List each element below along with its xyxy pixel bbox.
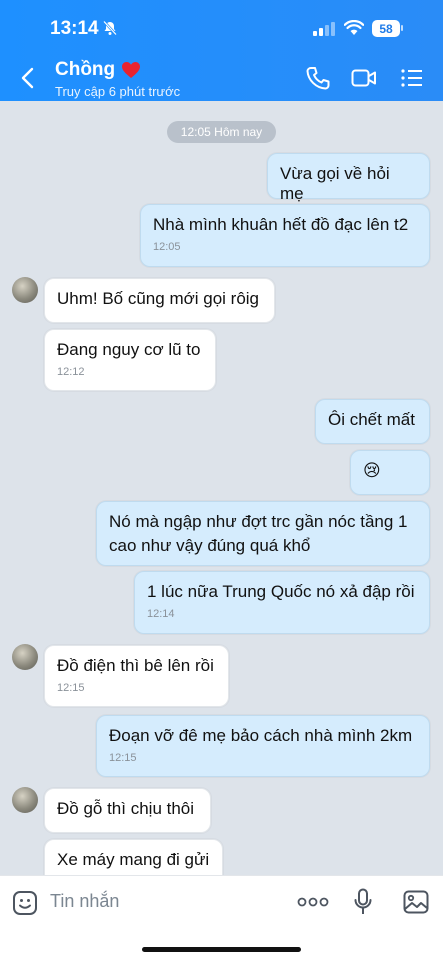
wifi-icon bbox=[344, 20, 364, 35]
message-composer: Tin nhắn bbox=[0, 875, 443, 961]
signal-icon bbox=[313, 22, 335, 36]
home-indicator bbox=[142, 947, 301, 952]
emoji-icon[interactable] bbox=[12, 890, 38, 916]
message-bubble-incoming[interactable]: Xe máy mang đi gửi bbox=[44, 839, 223, 875]
battery-indicator: 58 bbox=[372, 20, 400, 37]
message-text: Đồ điện thì bê lên rồi bbox=[57, 656, 214, 675]
avatar[interactable] bbox=[12, 277, 38, 303]
message-bubble-outgoing[interactable]: 1 lúc nữa Trung Quốc nó xả đập rồi 12:14 bbox=[134, 571, 430, 634]
microphone-icon[interactable] bbox=[353, 888, 373, 916]
message-text: Nó mà ngập như đợt trc gần nóc tầng 1 ca… bbox=[109, 512, 408, 555]
image-gallery-icon[interactable] bbox=[403, 890, 429, 914]
message-text: Nhà mình khuân hết đồ đạc lên t2 bbox=[153, 215, 409, 234]
message-bubble-outgoing[interactable]: Ôi chết mất bbox=[315, 399, 430, 444]
message-input[interactable]: Tin nhắn bbox=[50, 891, 119, 912]
last-seen-status: Truy cập 6 phút trước bbox=[55, 84, 181, 99]
heart-icon bbox=[122, 62, 141, 78]
bell-off-icon bbox=[103, 20, 117, 36]
message-time: 12:15 bbox=[109, 752, 137, 764]
more-options-icon[interactable] bbox=[297, 895, 329, 909]
message-text: 😢 bbox=[363, 461, 381, 480]
menu-list-icon[interactable] bbox=[400, 66, 426, 90]
status-time: 13:14 bbox=[50, 18, 99, 39]
message-bubble-outgoing[interactable]: Nó mà ngập như đợt trc gần nóc tầng 1 ca… bbox=[96, 501, 430, 566]
contact-name-text: Chồng bbox=[55, 59, 116, 80]
battery-level: 58 bbox=[379, 21, 393, 36]
message-time: 12:14 bbox=[147, 608, 175, 620]
message-bubble-incoming[interactable]: Đồ điện thì bê lên rồi 12:15 bbox=[44, 645, 229, 707]
message-bubble-incoming[interactable]: Uhm! Bố cũng mới gọi rôig bbox=[44, 278, 275, 323]
avatar[interactable] bbox=[12, 787, 38, 813]
message-bubble-outgoing[interactable]: Vừa gọi về hỏi mẹ bbox=[267, 153, 430, 203]
message-text: Đồ gỗ thì chịu thôi bbox=[57, 799, 195, 818]
message-time: 12:05 bbox=[153, 241, 181, 253]
message-bubble-incoming[interactable]: Đồ gỗ thì chịu thôi bbox=[44, 788, 211, 833]
date-separator: 12:05 Hôm nay bbox=[167, 121, 276, 143]
message-text: Đoạn vỡ đê mẹ bảo cách nhà mình 2km bbox=[109, 726, 413, 745]
battery-tip bbox=[401, 25, 403, 31]
message-text: Xe máy mang đi gửi bbox=[57, 850, 210, 869]
phone-call-icon[interactable] bbox=[305, 66, 331, 90]
message-text: Uhm! Bố cũng mới gọi rôig bbox=[57, 289, 260, 308]
message-time: 12:12 bbox=[57, 366, 85, 378]
message-text: 1 lúc nữa Trung Quốc nó xả đập rồi bbox=[147, 582, 415, 601]
message-text: Vừa gọi về hỏi mẹ bbox=[280, 164, 390, 203]
message-bubble-outgoing[interactable]: Nhà mình khuân hết đồ đạc lên t2 12:05 bbox=[140, 204, 430, 267]
message-bubble-incoming[interactable]: Đang nguy cơ lũ to 12:12 bbox=[44, 329, 216, 391]
back-arrow-icon[interactable] bbox=[18, 66, 38, 90]
message-bubble-outgoing[interactable]: Đoạn vỡ đê mẹ bảo cách nhà mình 2km 12:1… bbox=[96, 715, 430, 777]
message-list[interactable]: 12:05 Hôm nay Vừa gọi về hỏi mẹ Nhà mình… bbox=[0, 101, 443, 875]
avatar[interactable] bbox=[12, 644, 38, 670]
message-time: 12:15 bbox=[57, 682, 85, 694]
contact-name[interactable]: Chồng bbox=[55, 59, 141, 81]
message-bubble-outgoing[interactable]: 😢 bbox=[350, 450, 430, 495]
message-text: Đang nguy cơ lũ to bbox=[57, 340, 201, 359]
video-call-icon[interactable] bbox=[351, 66, 377, 90]
chat-header: 13:14 58 Chồng Truy cập 6 phút trước bbox=[0, 0, 443, 101]
message-text: Ôi chết mất bbox=[328, 410, 415, 429]
